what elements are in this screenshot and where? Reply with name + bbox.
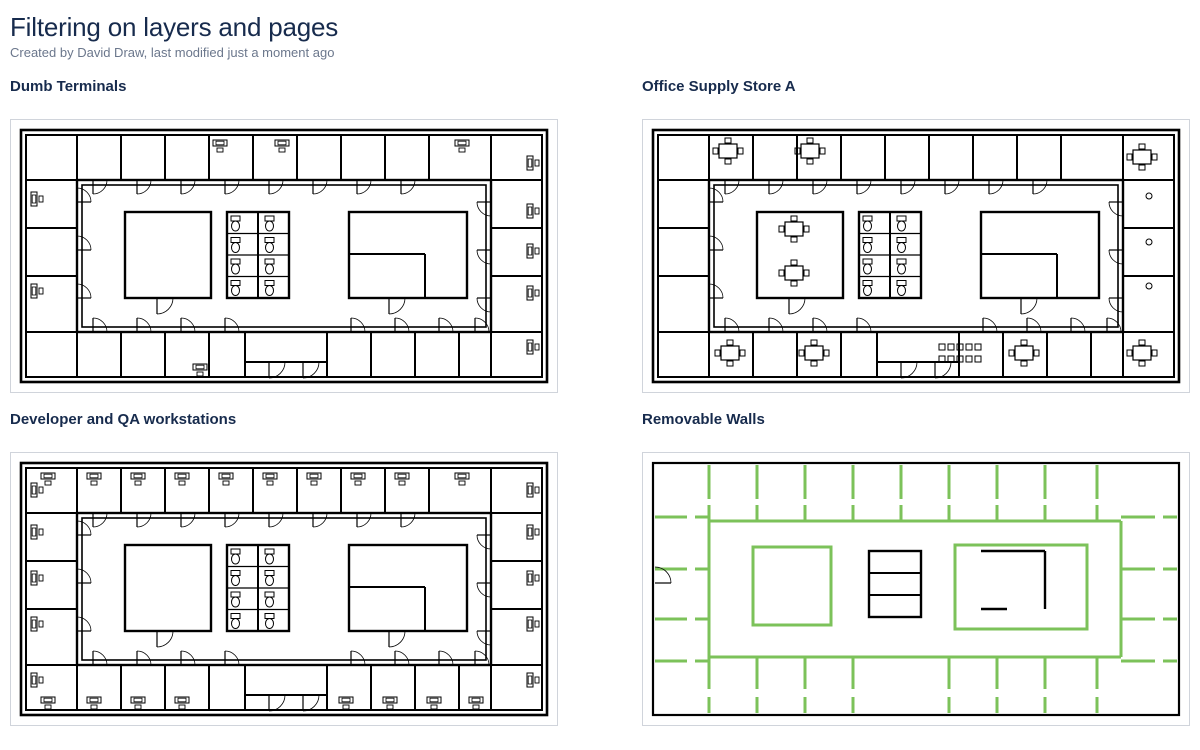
panel-office-supply: Office Supply Store A xyxy=(642,78,1190,393)
page-byline: Created by David Draw, last modified jus… xyxy=(10,45,1190,60)
plan-frame xyxy=(642,452,1190,726)
panel-title: Developer and QA workstations xyxy=(10,411,558,428)
floorplan-icon xyxy=(17,126,551,386)
floorplan-icon xyxy=(649,126,1183,386)
panel-dumb-terminals: Dumb Terminals xyxy=(10,78,558,393)
panel-removable-walls: Removable Walls xyxy=(642,411,1190,726)
panel-title: Removable Walls xyxy=(642,411,1190,428)
plan-frame xyxy=(10,119,558,393)
plan-frame xyxy=(642,119,1190,393)
panel-dev-qa: Developer and QA workstations xyxy=(10,411,558,726)
page-title: Filtering on layers and pages xyxy=(10,12,1190,43)
panel-title: Office Supply Store A xyxy=(642,78,1190,95)
panel-title: Dumb Terminals xyxy=(10,78,558,95)
floorplan-icon xyxy=(649,459,1183,719)
plan-frame xyxy=(10,452,558,726)
floorplan-grid: Dumb Terminals Office Supply Store A Dev… xyxy=(10,78,1190,726)
floorplan-icon xyxy=(17,459,551,719)
